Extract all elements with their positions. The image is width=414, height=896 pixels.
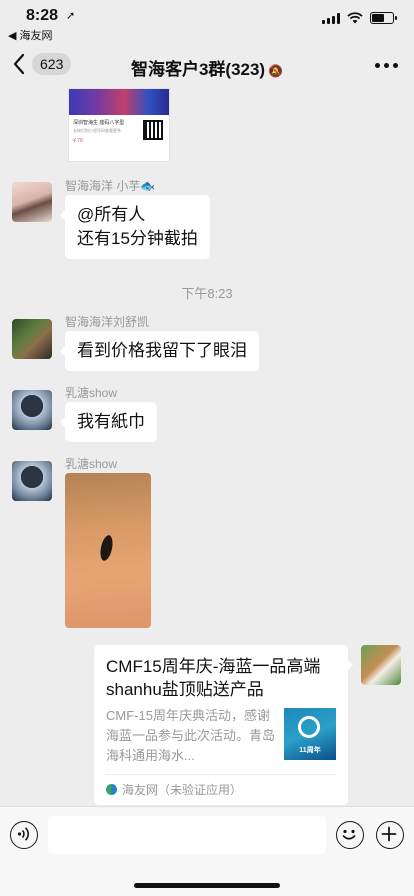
message-input[interactable]: [48, 816, 326, 854]
link-thumbnail: 11周年: [284, 708, 336, 760]
qr-code-icon: [143, 120, 163, 140]
location-arrow-icon: ➚: [66, 10, 76, 22]
link-card[interactable]: CMF15周年庆-海蓝一品高端shanhu盐顶贴送产品 CMF-15周年庆典活动…: [94, 645, 353, 805]
sender-name: 智海海洋刘舒凯: [65, 315, 150, 329]
back-to-app-link[interactable]: ◀ 海友网: [8, 27, 53, 43]
sender-name: 智海海洋 小芋🐟: [65, 179, 156, 193]
sender-name: 乳溏show: [65, 457, 118, 471]
signal-icon: [322, 12, 340, 24]
wifi-icon: [347, 12, 363, 24]
sender-name: 乳溏show: [65, 386, 118, 400]
plus-icon: [381, 826, 397, 842]
avatar[interactable]: [12, 390, 52, 430]
voice-icon: [18, 827, 30, 841]
link-source-label: 海友网（未验证应用）: [122, 783, 243, 797]
message-bubble[interactable]: 我有紙巾: [60, 402, 157, 442]
smiley-icon: [342, 830, 356, 840]
photo-subject: [98, 534, 115, 562]
link-source: 海友网（未验证应用）: [106, 774, 336, 805]
home-indicator: [134, 883, 280, 888]
app-source-icon: [106, 784, 117, 795]
chat-header: 623 智海客户3群(323) 🔕: [0, 44, 414, 88]
message-text: 看到价格我留下了眼泪: [77, 341, 247, 360]
link-title: CMF15周年庆-海蓝一品高端shanhu盐顶贴送产品: [106, 657, 321, 699]
battery-level: [372, 14, 384, 22]
battery-icon: [370, 12, 397, 24]
card-image: [69, 89, 169, 115]
avatar[interactable]: [12, 319, 52, 359]
ellipsis-icon: [375, 63, 380, 68]
image-message[interactable]: [65, 473, 151, 628]
chat-title: 智海客户3群(323) 🔕: [0, 55, 414, 80]
time-divider: 下午8:23: [181, 286, 233, 301]
thumbnail-label: 11周年: [299, 747, 321, 754]
group-name: 智海客户3群(323): [130, 60, 266, 79]
more-button[interactable]: [375, 56, 398, 68]
input-bar: [0, 806, 414, 896]
my-avatar[interactable]: [361, 645, 401, 685]
message-list[interactable]: 深圳智海生 座码八字型 长按识别小程序码查看更多 ¥ 78 智海海洋 小芋🐟 @…: [0, 88, 414, 806]
status-time: 8:28: [26, 7, 59, 24]
mini-program-card[interactable]: 深圳智海生 座码八字型 长按识别小程序码查看更多 ¥ 78: [68, 88, 170, 162]
message-line: 还有15分钟截拍: [77, 229, 198, 248]
avatar[interactable]: [12, 461, 52, 501]
message-line: @所有人: [77, 205, 146, 224]
message-bubble[interactable]: 看到价格我留下了眼泪: [60, 331, 259, 371]
voice-button[interactable]: [10, 821, 38, 849]
bell-slash-icon: 🔕: [268, 64, 284, 78]
status-bar: 8:28 ➚ ◀ 海友网: [0, 0, 414, 44]
emoji-button[interactable]: [336, 821, 364, 849]
message-text: 我有紙巾: [77, 412, 145, 431]
status-icons: [322, 12, 397, 24]
avatar[interactable]: [12, 182, 52, 222]
more-actions-button[interactable]: [376, 821, 404, 849]
message-bubble[interactable]: @所有人 还有15分钟截拍: [60, 195, 210, 259]
link-description: CMF-15周年庆典活动，感谢海蓝一品参与此次活动。青岛海科通用海水...: [106, 708, 276, 763]
